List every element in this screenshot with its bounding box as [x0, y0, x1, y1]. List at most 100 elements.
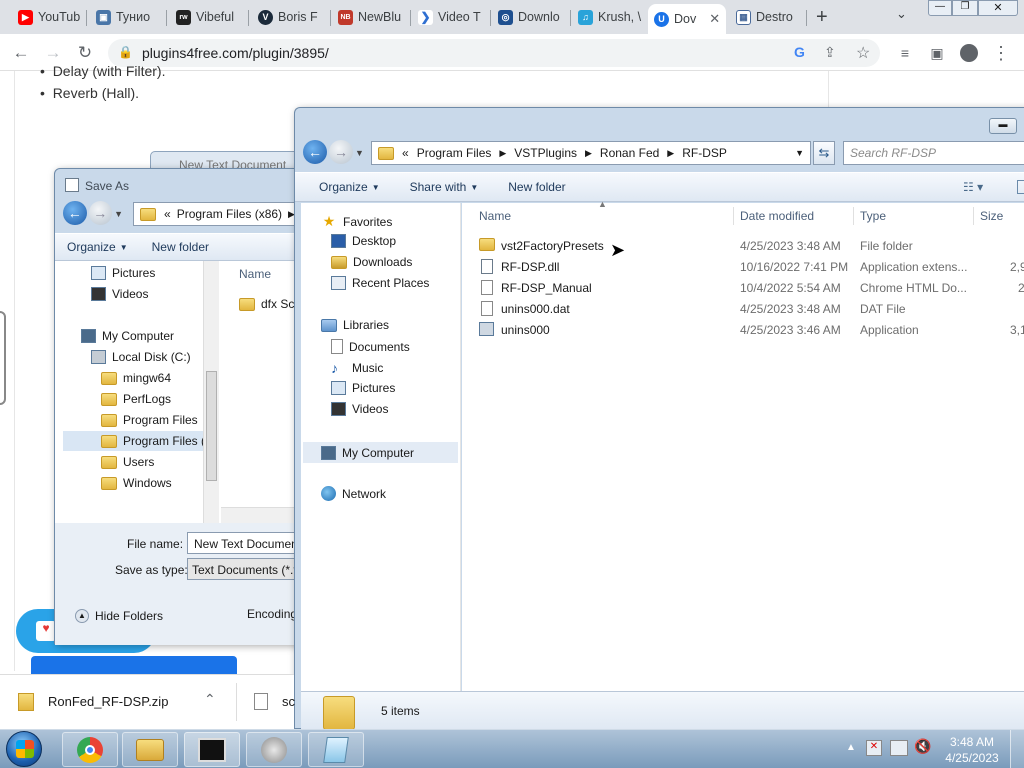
nav-scrollbar[interactable] — [203, 261, 219, 523]
minimize-icon[interactable]: ▬ — [989, 118, 1017, 134]
back-icon[interactable]: ← — [303, 140, 327, 164]
nav-downloads[interactable]: Downloads — [331, 255, 412, 269]
action-center-icon[interactable]: ✕ — [866, 740, 882, 756]
column-divider[interactable] — [853, 207, 854, 225]
chevron-down-icon[interactable]: ▼ — [795, 148, 804, 158]
hide-folders-button[interactable]: ▲ Hide Folders — [75, 609, 163, 623]
breadcrumb-overflow[interactable]: « — [164, 207, 171, 221]
forward-icon[interactable]: → — [329, 140, 353, 164]
new-tab-icon[interactable]: + — [816, 6, 828, 29]
chrome-menu-icon[interactable]: ⋮ — [988, 40, 1014, 66]
organize-button[interactable]: Organize ▼ — [295, 180, 392, 194]
breadcrumb-item[interactable]: Program Files — [417, 146, 492, 160]
nav-my-computer[interactable]: My Computer — [81, 329, 174, 343]
tab-destroy[interactable]: ▦ Destro — [732, 6, 802, 28]
media-controls-icon[interactable]: ≡ — [892, 40, 918, 66]
chevron-down-icon[interactable]: ▼ — [355, 140, 364, 166]
file-name-input[interactable]: New Text Documen — [187, 532, 301, 554]
show-desktop-button[interactable] — [1010, 730, 1024, 768]
nav-pictures[interactable]: Pictures — [91, 266, 155, 280]
download-filename[interactable]: RonFed_RF-DSP.zip — [48, 694, 168, 709]
back-icon[interactable]: ← — [8, 40, 34, 66]
volume-muted-icon[interactable]: 🔇 — [914, 738, 931, 755]
nav-folder-perflogs[interactable]: PerfLogs — [101, 392, 171, 406]
column-name[interactable]: Name — [479, 205, 511, 227]
tab-krush[interactable]: ♫ Krush, \ — [574, 6, 646, 28]
taskbar-explorer[interactable] — [122, 732, 178, 767]
breadcrumb-item[interactable]: Program Files (x86) — [177, 207, 282, 221]
nav-folder-windows[interactable]: Windows — [101, 476, 172, 490]
column-type[interactable]: Type — [860, 205, 886, 227]
file-item[interactable]: dfx Scr — [239, 297, 298, 311]
breadcrumb-overflow[interactable]: « — [402, 146, 409, 160]
show-hidden-icons[interactable]: ▲ — [846, 742, 856, 753]
organize-button[interactable]: Organize ▼ — [55, 240, 140, 254]
network-tray-icon[interactable] — [890, 740, 908, 756]
lock-icon[interactable]: 🔒 — [118, 45, 133, 59]
column-divider[interactable] — [973, 207, 974, 225]
search-input[interactable]: Search RF-DSP — [843, 141, 1024, 165]
nav-folder-program-files[interactable]: Program Files — [101, 413, 198, 427]
taskbar-video-editor[interactable] — [184, 732, 240, 767]
new-folder-button[interactable]: New folder — [490, 180, 577, 194]
file-row[interactable]: unins000.dat 4/25/2023 3:48 AM DAT File … — [462, 298, 1024, 319]
close-window-icon[interactable]: ✕ — [978, 0, 1018, 16]
file-row[interactable]: vst2FactoryPresets 4/25/2023 3:48 AM Fil… — [462, 235, 1024, 256]
tab-youtube[interactable]: ▶ YouTub — [14, 6, 82, 28]
nav-pictures[interactable]: Pictures — [331, 381, 395, 395]
close-tab-icon[interactable]: ✕ — [709, 11, 720, 27]
chevron-right-icon[interactable]: ▶ — [585, 148, 592, 159]
preview-pane-icon[interactable] — [1017, 180, 1024, 194]
breadcrumb[interactable]: « Program Files ▶ VSTPlugins ▶ Ronan Fed… — [371, 141, 811, 165]
nav-recent-places[interactable]: Recent Places — [331, 276, 429, 290]
nav-desktop[interactable]: Desktop — [331, 234, 396, 248]
save-type-select[interactable]: Text Documents (*.t — [187, 558, 301, 580]
share-with-button[interactable]: Share with ▼ — [392, 180, 491, 194]
tab-video[interactable]: ❯ Video T — [414, 6, 486, 28]
taskbar-chrome[interactable] — [62, 732, 118, 767]
tab-search-icon[interactable]: ⌄ — [896, 6, 907, 22]
tab-vk[interactable]: ▣ Тунио — [92, 6, 162, 28]
file-row[interactable]: RF-DSP.dll 10/16/2022 7:41 PM Applicatio… — [462, 256, 1024, 277]
horizontal-scrollbar[interactable] — [221, 507, 301, 523]
taskbar-installer[interactable] — [246, 732, 302, 767]
breadcrumb-item[interactable]: RF-DSP — [682, 146, 727, 160]
download-filename[interactable]: sc — [282, 694, 295, 709]
nav-videos[interactable]: Videos — [91, 287, 148, 301]
scrollbar-thumb[interactable] — [206, 371, 217, 481]
chevron-up-icon[interactable]: ⌃ — [204, 691, 216, 708]
nav-folder-mingw64[interactable]: mingw64 — [101, 371, 171, 385]
chevron-right-icon[interactable]: ▶ — [667, 148, 674, 159]
start-button[interactable] — [6, 731, 42, 767]
chevron-down-icon[interactable]: ▼ — [114, 201, 123, 227]
tab-plugins4free-active[interactable]: U Dov ✕ — [648, 4, 726, 34]
minimize-icon[interactable]: — — [928, 0, 952, 16]
share-icon[interactable]: ⇪ — [824, 44, 836, 61]
download-button[interactable] — [31, 656, 237, 676]
tab-vibeful[interactable]: rw Vibeful — [172, 6, 246, 28]
new-folder-button[interactable]: New folder — [140, 240, 221, 254]
bookmark-star-icon[interactable]: ☆ — [856, 43, 870, 63]
column-divider[interactable] — [733, 207, 734, 225]
file-row[interactable]: unins000 4/25/2023 3:46 AM Application 3… — [462, 319, 1024, 340]
nav-documents[interactable]: Documents — [331, 339, 410, 354]
breadcrumb[interactable]: « Program Files (x86) ▶ — [133, 202, 303, 226]
clock[interactable]: 3:48 AM 4/25/2023 — [940, 734, 1004, 766]
breadcrumb-item[interactable]: VSTPlugins — [514, 146, 577, 160]
column-name[interactable]: Name — [239, 267, 271, 281]
nav-folder-users[interactable]: Users — [101, 455, 154, 469]
nav-local-disk[interactable]: Local Disk (C:) — [91, 350, 191, 364]
tab-boris[interactable]: V Boris F — [254, 6, 324, 28]
back-icon[interactable]: ← — [63, 201, 87, 225]
nav-music[interactable]: ♪ Music — [331, 360, 383, 376]
breadcrumb-item[interactable]: Ronan Fed — [600, 146, 659, 160]
address-bar[interactable]: 🔒 plugins4free.com/plugin/3895/ G ⇪ ☆ — [108, 39, 880, 67]
tab-download[interactable]: ◎ Downlo — [494, 6, 566, 28]
side-panel-icon[interactable]: ▣ — [924, 40, 950, 66]
chevron-right-icon[interactable]: ▶ — [499, 148, 506, 159]
tab-newblue[interactable]: NB NewBlu — [334, 6, 406, 28]
restore-icon[interactable]: ❐ — [952, 0, 978, 16]
side-widget[interactable] — [0, 311, 6, 405]
nav-videos[interactable]: Videos — [331, 402, 388, 416]
google-lens-icon[interactable]: G — [794, 44, 805, 60]
